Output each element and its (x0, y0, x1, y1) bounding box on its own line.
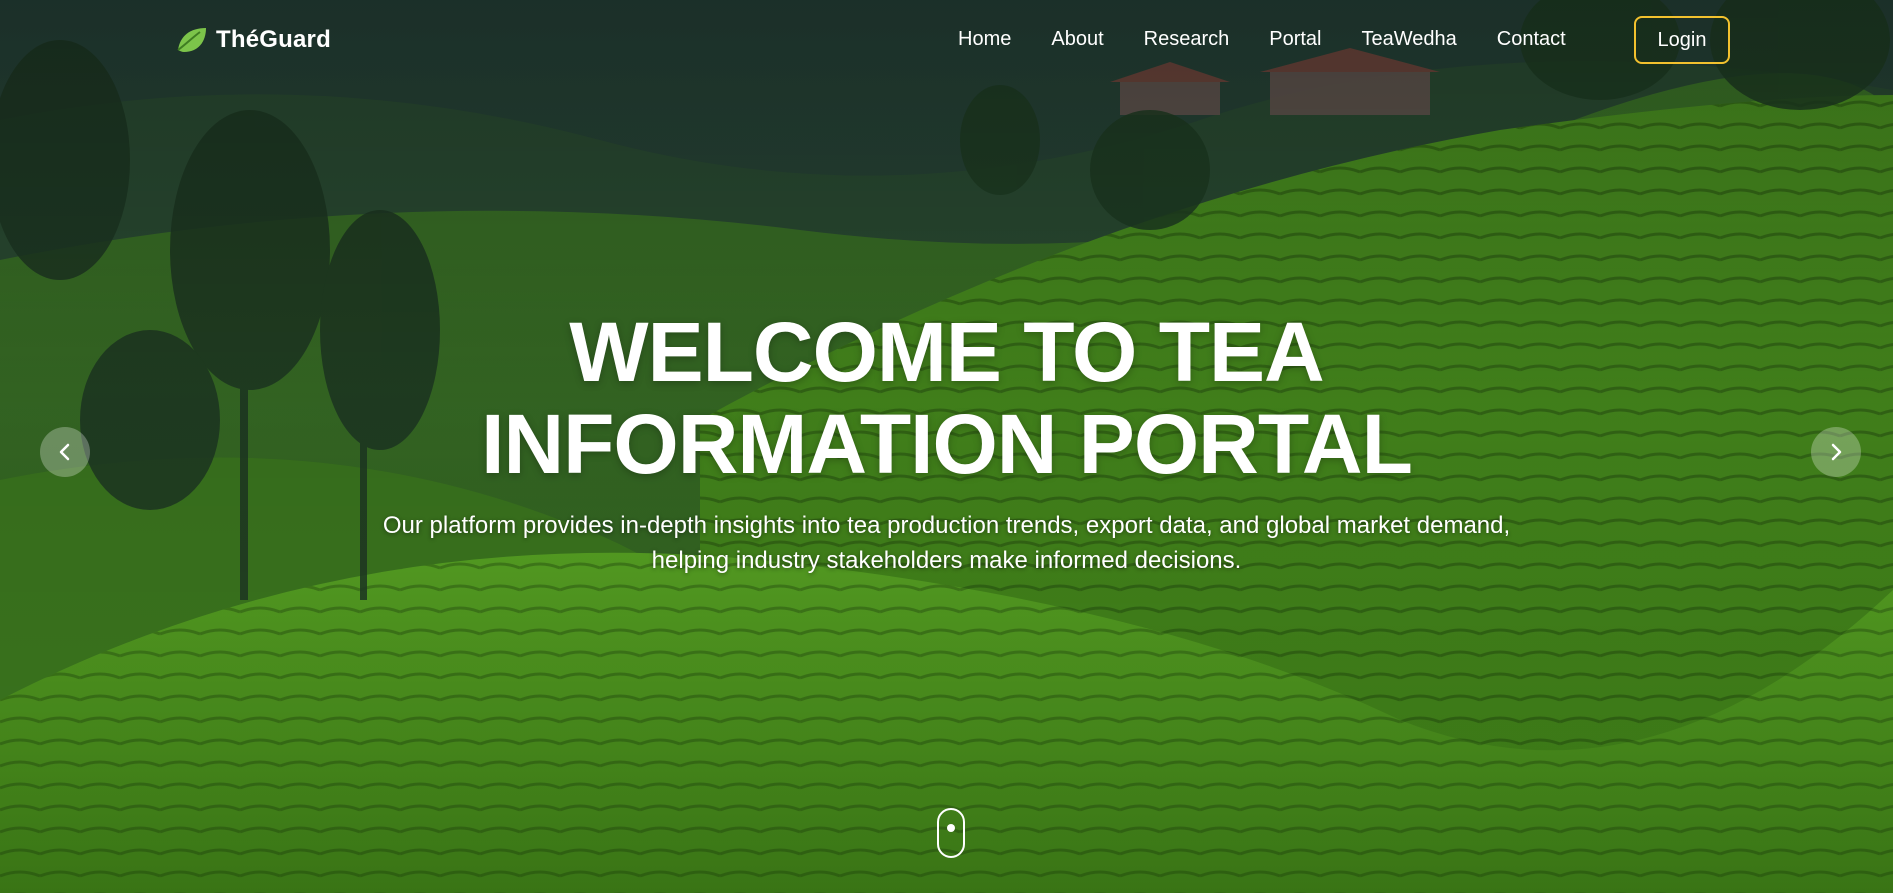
hero-subtitle-line-1: Our platform provides in-depth insights … (382, 512, 1511, 539)
brand-logo[interactable]: ThéGuard (174, 22, 331, 58)
hero-section: ThéGuard Home About Research Portal TeaW… (0, 0, 1893, 893)
nav-link-teawedha[interactable]: TeaWedha (1361, 28, 1456, 51)
nav-link-home[interactable]: Home (958, 28, 1011, 51)
scroll-dot (947, 824, 955, 832)
nav-link-contact[interactable]: Contact (1497, 28, 1566, 51)
chevron-left-icon (59, 443, 70, 461)
chevron-right-icon (1831, 443, 1842, 461)
login-button[interactable]: Login (1634, 16, 1730, 64)
hero-subtitle: Our platform provides in-depth insights … (0, 508, 1893, 578)
hero-subtitle-line-2: helping industry stakeholders make infor… (651, 547, 1242, 574)
hero-title-line-1: WELCOME TO TEA (569, 305, 1324, 399)
hero-title: WELCOME TO TEA INFORMATION PORTAL (0, 306, 1893, 490)
hero-title-line-2: INFORMATION PORTAL (481, 397, 1413, 491)
navbar: ThéGuard Home About Research Portal TeaW… (0, 0, 1893, 80)
leaf-icon (174, 24, 210, 56)
brand-name: ThéGuard (216, 26, 331, 53)
nav-link-research[interactable]: Research (1144, 28, 1230, 51)
carousel-next-button[interactable] (1811, 427, 1861, 477)
nav-links: Home About Research Portal TeaWedha Cont… (958, 28, 1606, 51)
nav-link-portal[interactable]: Portal (1269, 28, 1321, 51)
mouse-scroll-icon[interactable] (937, 808, 965, 858)
nav-link-about[interactable]: About (1051, 28, 1103, 51)
carousel-prev-button[interactable] (40, 427, 90, 477)
